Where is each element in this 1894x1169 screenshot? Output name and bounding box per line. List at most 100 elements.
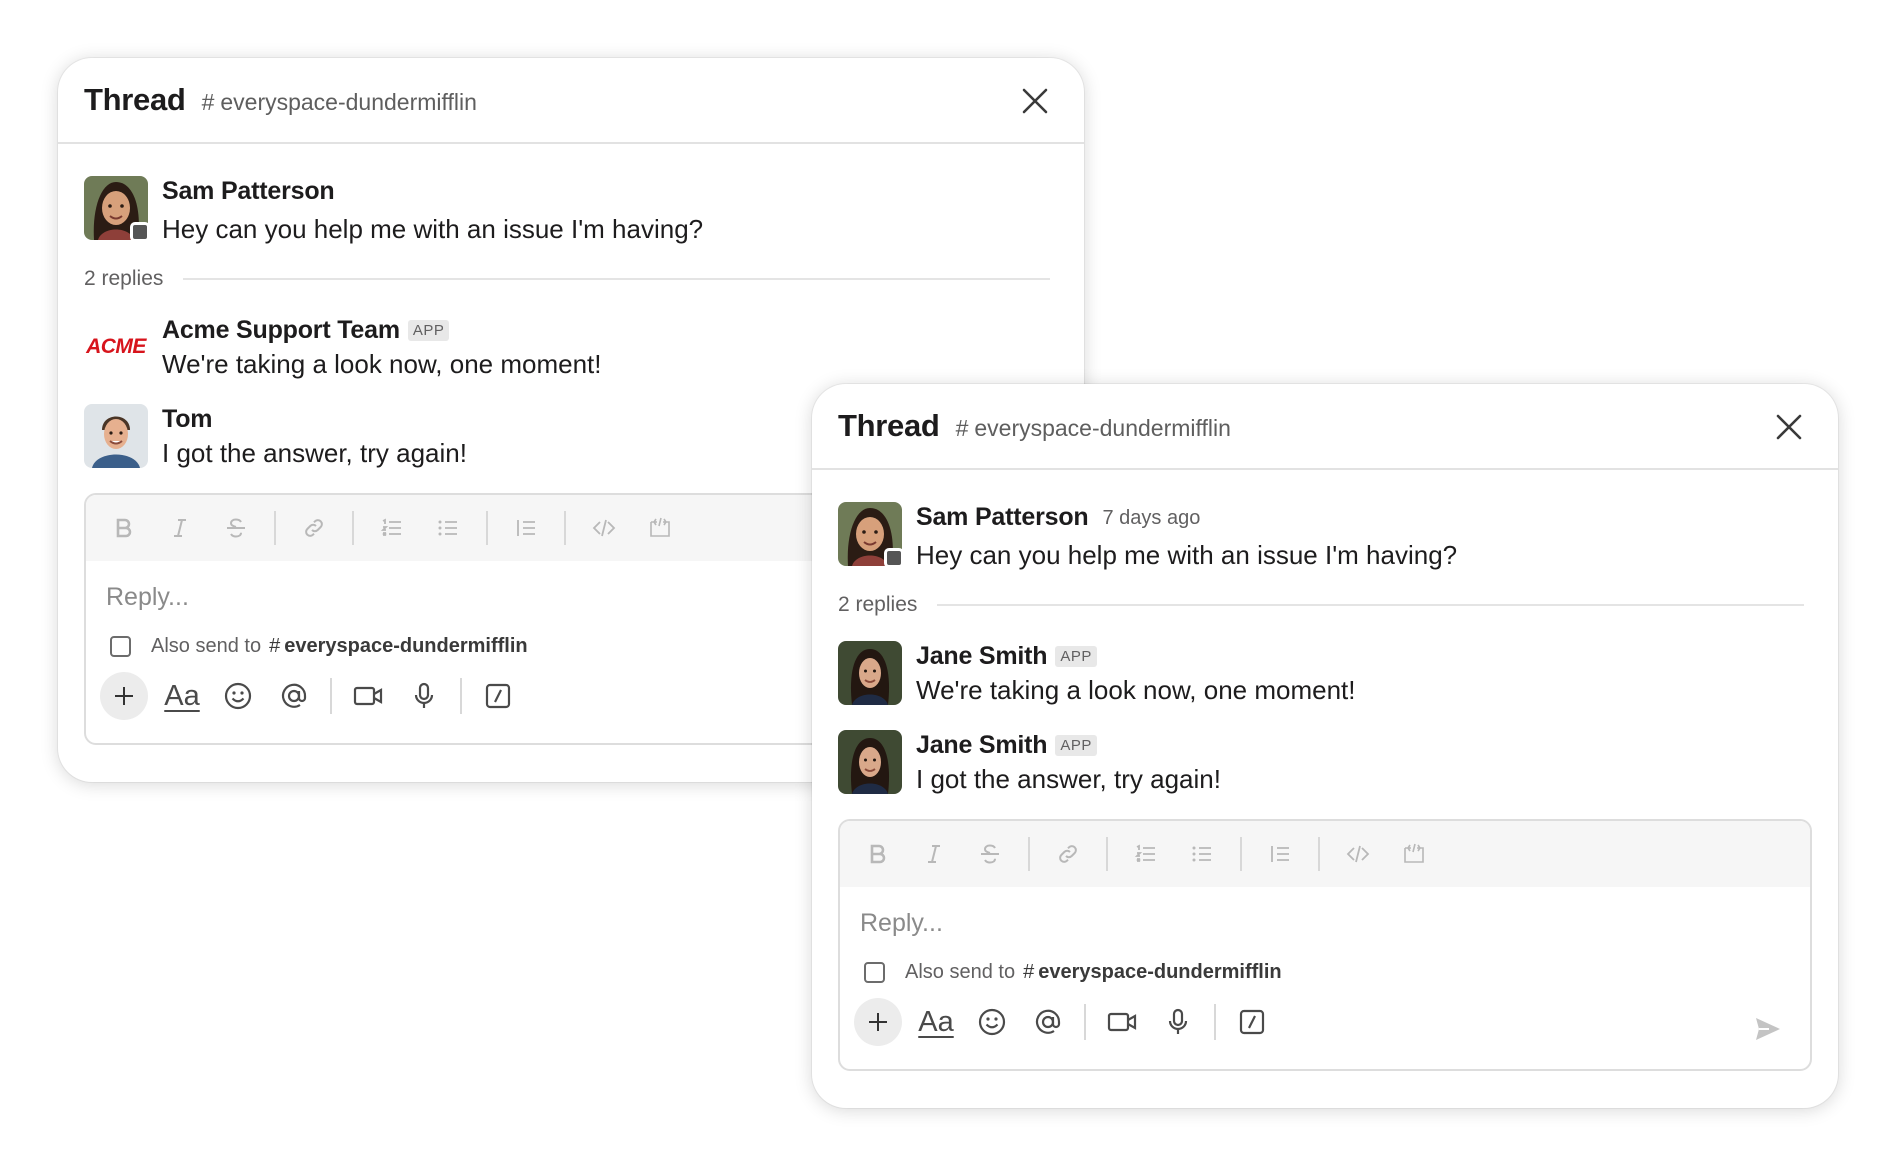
send-button[interactable] xyxy=(1746,1007,1790,1051)
app-badge: APP xyxy=(1055,734,1097,756)
reply-message: Jane Smith APP We're taking a look now, … xyxy=(838,641,1812,706)
emoji-icon xyxy=(224,682,252,710)
emoji-icon xyxy=(978,1008,1006,1036)
thread-title: Thread xyxy=(838,408,940,443)
blockquote-icon xyxy=(1271,846,1289,862)
app-badge: APP xyxy=(1055,645,1097,667)
thread-channel[interactable]: # everyspace-dundermifflin xyxy=(202,89,477,116)
replies-divider: 2 replies xyxy=(84,267,1058,291)
italic-icon xyxy=(928,845,940,863)
ordered-list-button[interactable] xyxy=(374,510,410,546)
thread-title: Thread xyxy=(84,82,186,117)
bulleted-list-icon xyxy=(438,520,457,536)
message-author[interactable]: Jane Smith xyxy=(916,731,1048,760)
thread-channel[interactable]: # everyspace-dundermifflin xyxy=(956,415,1231,442)
strikethrough-icon xyxy=(227,518,245,538)
also-send-checkbox[interactable] xyxy=(110,636,131,657)
add-attachment-button[interactable] xyxy=(854,998,902,1046)
presence-indicator xyxy=(130,222,150,242)
italic-button[interactable] xyxy=(162,510,198,546)
message-author[interactable]: Sam Patterson xyxy=(916,503,1089,532)
code-block-button[interactable] xyxy=(1396,836,1432,872)
replies-divider: 2 replies xyxy=(838,593,1812,617)
reply-input[interactable] xyxy=(860,905,1760,941)
code-button[interactable] xyxy=(1340,836,1376,872)
ordered-list-button[interactable] xyxy=(1128,836,1164,872)
microphone-button[interactable] xyxy=(1156,1000,1200,1044)
also-send-checkbox[interactable] xyxy=(864,962,885,983)
add-attachment-button[interactable] xyxy=(100,672,148,720)
video-button[interactable] xyxy=(346,674,390,718)
slash-command-button[interactable] xyxy=(476,674,520,718)
bulleted-list-button[interactable] xyxy=(430,510,466,546)
close-icon xyxy=(1776,414,1802,440)
also-send-channel: # everyspace-dundermifflin xyxy=(269,635,528,657)
bulleted-list-button[interactable] xyxy=(1184,836,1220,872)
strikethrough-button[interactable] xyxy=(972,836,1008,872)
code-block-icon xyxy=(650,517,670,537)
avatar[interactable] xyxy=(838,641,902,705)
message-author[interactable]: Jane Smith xyxy=(916,642,1048,671)
also-send-label: Also send to xyxy=(151,635,262,657)
acme-logo-avatar[interactable]: ACME xyxy=(84,315,148,379)
emoji-button[interactable] xyxy=(970,1000,1014,1044)
bold-icon xyxy=(116,518,132,538)
presence-indicator xyxy=(884,548,904,568)
avatar[interactable] xyxy=(838,502,904,568)
message-text: We're taking a look now, one moment! xyxy=(916,675,1356,705)
slash-command-button[interactable] xyxy=(1230,1000,1274,1044)
parent-message: Sam Patterson 7 days ago Hey can you hel… xyxy=(838,502,1812,571)
text-format-button[interactable]: Aa xyxy=(914,1000,958,1044)
avatar[interactable] xyxy=(838,730,902,794)
message-text: Hey can you help me with an issue I'm ha… xyxy=(162,214,704,244)
link-button[interactable] xyxy=(296,510,332,546)
message-text: We're taking a look now, one moment! xyxy=(162,349,602,379)
ordered-list-icon xyxy=(1134,844,1155,862)
code-icon xyxy=(1346,845,1370,863)
strikethrough-button[interactable] xyxy=(218,510,254,546)
link-button[interactable] xyxy=(1050,836,1086,872)
link-icon xyxy=(1059,845,1077,863)
replies-count: 2 replies xyxy=(838,593,918,616)
avatar[interactable] xyxy=(84,404,148,468)
thread-panel-front: Thread # everyspace-dundermifflin Sam Pa… xyxy=(812,384,1838,1108)
thread-header: Thread # everyspace-dundermifflin xyxy=(812,384,1838,470)
strikethrough-icon xyxy=(981,844,999,864)
microphone-button[interactable] xyxy=(402,674,446,718)
message-author[interactable]: Tom xyxy=(162,405,213,434)
message-author[interactable]: Acme Support Team xyxy=(162,316,400,345)
code-block-icon xyxy=(1404,843,1424,863)
blockquote-button[interactable] xyxy=(508,510,544,546)
blockquote-icon xyxy=(517,520,535,536)
mention-button[interactable] xyxy=(1026,1000,1070,1044)
message-composer: Also send to #everyspace-dundermifflin A… xyxy=(838,819,1812,1071)
text-format-button[interactable]: Aa xyxy=(160,674,204,718)
mention-button[interactable] xyxy=(272,674,316,718)
message-timestamp[interactable]: 7 days ago xyxy=(1102,507,1200,530)
blockquote-button[interactable] xyxy=(1262,836,1298,872)
code-button[interactable] xyxy=(586,510,622,546)
close-button[interactable] xyxy=(1018,84,1052,118)
bold-button[interactable] xyxy=(860,836,896,872)
video-icon xyxy=(353,686,383,706)
code-block-button[interactable] xyxy=(642,510,678,546)
ordered-list-icon xyxy=(380,518,401,536)
bulleted-list-icon xyxy=(1192,846,1211,862)
emoji-button[interactable] xyxy=(216,674,260,718)
send-icon xyxy=(1756,1018,1780,1040)
also-send-option: Also send to # everyspace-dundermifflin xyxy=(864,961,1810,984)
italic-icon xyxy=(174,519,186,537)
message-author[interactable]: Sam Patterson xyxy=(162,177,335,206)
close-button[interactable] xyxy=(1772,410,1806,444)
mention-icon xyxy=(1035,1009,1061,1034)
message-text: I got the answer, try again! xyxy=(916,764,1221,794)
message-text: Hey can you help me with an issue I'm ha… xyxy=(916,540,1458,570)
thread-header: Thread # everyspace-dundermifflin xyxy=(58,58,1084,144)
video-button[interactable] xyxy=(1100,1000,1144,1044)
bold-button[interactable] xyxy=(106,510,142,546)
microphone-icon xyxy=(1168,1008,1188,1034)
italic-button[interactable] xyxy=(916,836,952,872)
avatar[interactable] xyxy=(84,176,150,242)
mention-icon xyxy=(281,683,307,708)
also-send-channel: # everyspace-dundermifflin xyxy=(1023,961,1282,983)
